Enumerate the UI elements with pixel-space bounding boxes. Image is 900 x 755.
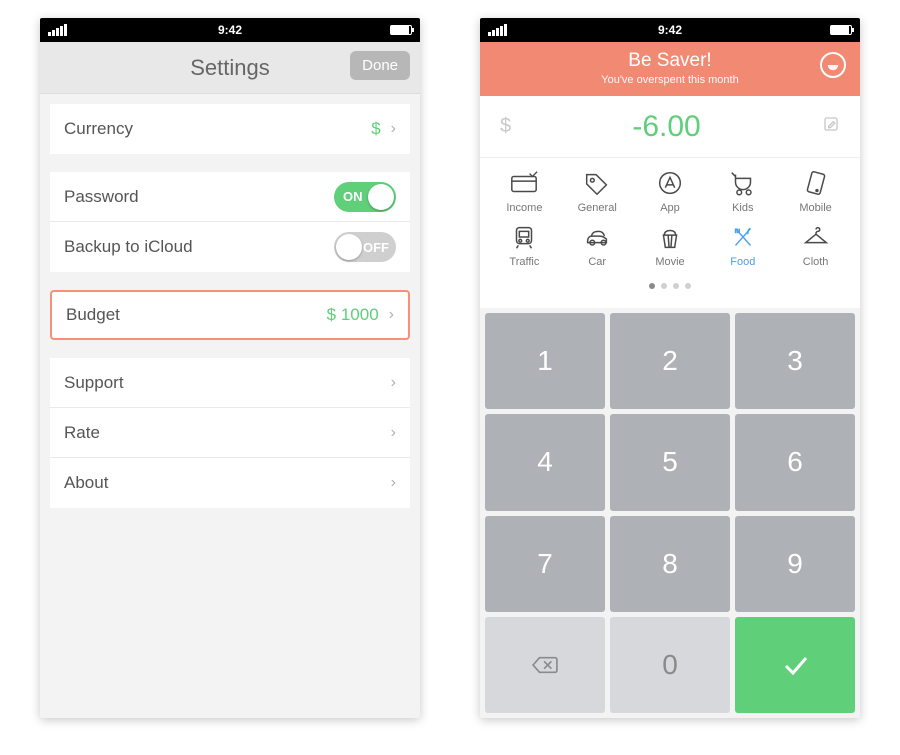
key-3[interactable]: 3 [735,313,855,409]
train-icon [508,222,540,252]
category-car[interactable]: Car [561,222,634,268]
status-time: 9:42 [658,23,682,37]
status-time: 9:42 [218,23,242,37]
key-0[interactable]: 0 [610,617,730,713]
chevron-right-icon: › [391,120,396,138]
credit-card-icon [508,168,540,198]
chevron-right-icon: › [391,374,396,392]
key-6[interactable]: 6 [735,414,855,510]
toggle-off-label: OFF [363,240,389,255]
food-icon [727,222,759,252]
backup-row[interactable]: Backup to iCloud OFF [50,222,410,272]
key-4[interactable]: 4 [485,414,605,510]
category-cloth[interactable]: Cloth [779,222,852,268]
category-mobile[interactable]: Mobile [779,168,852,214]
key-2[interactable]: 2 [610,313,730,409]
pencil-icon [822,115,840,133]
password-toggle[interactable]: ON [334,182,396,212]
header-subtitle: You've overspent this month [480,74,860,86]
category-label: App [660,202,680,214]
category-label: Income [506,202,542,214]
about-label: About [64,473,108,493]
key-5[interactable]: 5 [610,414,730,510]
chevron-right-icon: › [391,424,396,442]
entry-screen: 9:42 Be Saver! You've overspent this mon… [480,18,860,718]
support-row[interactable]: Support › [50,358,410,408]
done-button[interactable]: Done [350,51,410,80]
category-label: Traffic [509,256,539,268]
category-label: General [578,202,617,214]
backup-label: Backup to iCloud [64,237,193,257]
header-title: Be Saver! [480,50,860,72]
support-label: Support [64,373,124,393]
category-general[interactable]: General [561,168,634,214]
pie-chart-icon [826,58,840,72]
popcorn-icon [654,222,686,252]
rate-label: Rate [64,423,100,443]
backspace-icon [530,654,560,676]
key-backspace[interactable] [485,617,605,713]
password-label: Password [64,187,139,207]
chart-button[interactable] [820,52,846,78]
signal-icon [48,24,68,36]
key-1[interactable]: 1 [485,313,605,409]
signal-icon [488,24,508,36]
key-7[interactable]: 7 [485,516,605,612]
page-indicator[interactable] [488,268,852,304]
budget-label: Budget [66,305,120,325]
category-kids[interactable]: Kids [706,168,779,214]
about-row[interactable]: About › [50,458,410,508]
category-section: Income General App Kids [480,158,860,308]
entry-header: Be Saver! You've overspent this month [480,42,860,96]
category-income[interactable]: Income [488,168,561,214]
status-bar: 9:42 [40,18,420,42]
rate-row[interactable]: Rate › [50,408,410,458]
check-icon [779,649,811,681]
category-label: Car [588,256,606,268]
key-9[interactable]: 9 [735,516,855,612]
currency-label: Currency [64,119,133,139]
status-bar: 9:42 [480,18,860,42]
stroller-icon [727,168,759,198]
tag-icon [581,168,613,198]
keypad: 1 2 3 4 5 6 7 8 9 0 [480,308,860,718]
currency-symbol: $ [500,115,511,138]
chevron-right-icon: › [389,306,394,324]
category-label: Mobile [799,202,831,214]
battery-icon [390,25,412,35]
password-row[interactable]: Password ON [50,172,410,222]
hanger-icon [800,222,832,252]
category-grid: Income General App Kids [488,168,852,268]
edit-note-button[interactable] [822,115,840,138]
category-label: Cloth [803,256,829,268]
phone-icon [800,168,832,198]
budget-row[interactable]: Budget $ 1000 › [50,290,410,340]
category-traffic[interactable]: Traffic [488,222,561,268]
toggle-on-label: ON [343,189,363,204]
car-icon [581,222,613,252]
category-movie[interactable]: Movie [634,222,707,268]
backup-toggle[interactable]: OFF [334,232,396,262]
settings-body: Currency $ › Password ON Backup to iClou… [40,94,420,718]
category-app[interactable]: App [634,168,707,214]
budget-value: $ 1000 [327,305,379,325]
chevron-right-icon: › [391,474,396,492]
key-confirm[interactable] [735,617,855,713]
amount-row: $ -6.00 [480,96,860,158]
battery-icon [830,25,852,35]
category-food[interactable]: Food [706,222,779,268]
category-label: Movie [655,256,684,268]
key-8[interactable]: 8 [610,516,730,612]
settings-screen: 9:42 Settings Done Currency $ › Password… [40,18,420,718]
page-title: Settings [190,55,270,81]
category-label: Kids [732,202,753,214]
currency-row[interactable]: Currency $ › [50,104,410,154]
category-label: Food [730,256,755,268]
currency-value: $ [371,119,380,139]
settings-header: Settings Done [40,42,420,94]
appstore-icon [654,168,686,198]
amount-value: -6.00 [632,110,700,144]
